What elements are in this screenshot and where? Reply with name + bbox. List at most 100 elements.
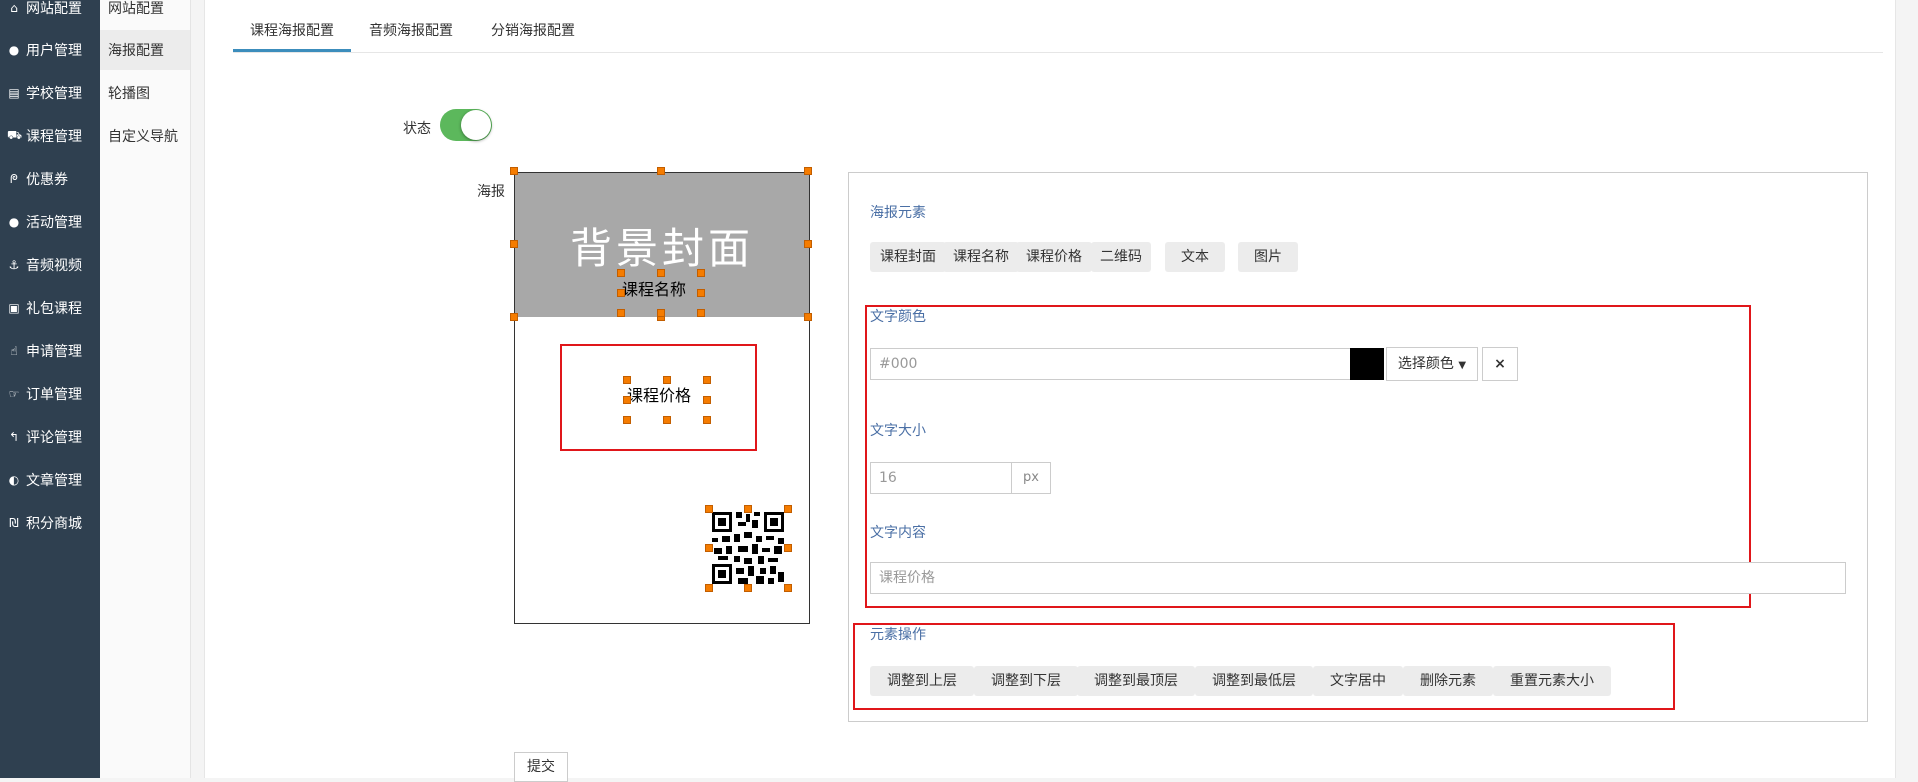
resize-handle[interactable] [784,584,792,592]
sidebar-item-users[interactable]: ● 用户管理 [0,30,100,70]
resize-handle[interactable] [657,269,665,277]
resize-handle[interactable] [804,167,812,175]
resize-handle[interactable] [784,544,792,552]
resize-handle[interactable] [697,309,705,317]
sidebar-item-applications[interactable]: ☝ 申请管理 [0,331,100,371]
school-icon: ▤ [8,86,20,100]
pick-color-dropdown[interactable]: 选择颜色 ▼ [1386,347,1478,381]
sub-menu: 网站配置 海报配置 轮播图 自定义导航 [100,0,191,778]
sidebar-item-media[interactable]: ⚓ 音频视频 [0,245,100,285]
submenu-item-site-config[interactable]: 网站配置 [100,0,190,28]
sidebar-item-label: 课程管理 [26,129,82,145]
clear-color-button[interactable]: × [1482,347,1518,381]
poster-course-name-element[interactable]: 课程名称 [622,276,686,300]
resize-handle[interactable] [510,167,518,175]
elements-section-title: 海报元素 [870,205,926,221]
reset-size-button[interactable]: 重置元素大小 [1493,666,1611,696]
pick-color-label: 选择颜色 [1397,356,1454,372]
resize-handle[interactable] [617,269,625,277]
add-element-qrcode-button[interactable]: 二维码 [1091,242,1151,272]
status-label: 状态 [403,121,431,137]
move-top-button[interactable]: 调整到最顶层 [1077,666,1195,696]
operations-title: 元素操作 [870,627,926,643]
center-text-button[interactable]: 文字居中 [1313,666,1403,696]
resize-handle[interactable] [705,505,713,513]
coupon-icon: ᖘ [10,171,18,186]
text-content-title: 文字内容 [870,525,926,541]
submenu-item-carousel[interactable]: 轮播图 [100,73,190,113]
text-content-input[interactable]: 课程价格 [870,562,1846,594]
resize-handle[interactable] [697,269,705,277]
reply-icon: ↰ [8,430,20,444]
tab-course-poster[interactable]: 课程海报配置 [233,20,351,52]
resize-handle[interactable] [744,505,752,513]
sidebar-item-label: 优惠券 [26,172,68,188]
group-icon: ● [8,215,20,229]
sidebar-item-courses[interactable]: ⛟ 课程管理 [0,116,100,156]
page-scrollbar[interactable] [1906,0,1918,778]
resize-handle[interactable] [657,167,665,175]
sidebar-item-label: 音频视频 [26,258,82,274]
tab-distribution-poster[interactable]: 分销海报配置 [483,20,583,52]
font-size-title: 文字大小 [870,423,926,439]
status-toggle[interactable] [440,109,492,141]
move-bottom-button[interactable]: 调整到最低层 [1195,666,1313,696]
resize-handle[interactable] [744,584,752,592]
add-element-name-button[interactable]: 课程名称 [943,242,1019,272]
tab-bar: 课程海报配置 音频海报配置 分销海报配置 [233,0,1883,53]
sidebar-item-articles[interactable]: ◐ 文章管理 [0,460,100,500]
resize-handle[interactable] [697,289,705,297]
cover-placeholder-text: 背景封面 [569,224,754,273]
move-down-button[interactable]: 调整到下层 [974,666,1078,696]
points-icon: ₪ [9,516,19,530]
delete-element-button[interactable]: 删除元素 [1403,666,1493,696]
font-size-unit-addon: px [1011,462,1051,494]
main-sidebar: ⌂ 网站配置 ● 用户管理 ▤ 学校管理 ⛟ 课程管理 ᖘ 优惠券 ● 活动管理… [0,0,100,778]
resize-handle[interactable] [617,309,625,317]
hand-right-icon: ☞ [8,387,20,401]
resize-handle[interactable] [804,240,812,248]
resize-handle[interactable] [510,240,518,248]
qr-code-element[interactable] [710,510,786,586]
close-icon: × [1494,356,1506,372]
add-element-text-button[interactable]: 文本 [1165,242,1225,272]
text-color-input[interactable]: #000 [870,348,1352,380]
sidebar-item-label: 订单管理 [26,387,82,403]
cart-icon: ⛟ [7,128,23,142]
sidebar-item-label: 评论管理 [26,430,82,446]
sidebar-item-comments[interactable]: ↰ 评论管理 [0,417,100,457]
sidebar-item-schools[interactable]: ▤ 学校管理 [0,73,100,113]
add-element-cover-button[interactable]: 课程封面 [870,242,946,272]
resize-handle[interactable] [705,544,713,552]
submenu-item-custom-nav[interactable]: 自定义导航 [100,116,190,156]
gift-icon: ▣ [8,301,20,315]
toggle-knob [461,110,491,140]
sidebar-item-label: 网站配置 [26,1,82,17]
anchor-icon: ⚓ [8,258,20,272]
sidebar-item-label: 礼包课程 [26,301,82,317]
add-element-image-button[interactable]: 图片 [1238,242,1298,272]
resize-handle[interactable] [705,584,713,592]
sidebar-item-gift-courses[interactable]: ▣ 礼包课程 [0,288,100,328]
resize-handle[interactable] [784,505,792,513]
submenu-item-poster-config[interactable]: 海报配置 [100,30,190,70]
add-element-price-button[interactable]: 课程价格 [1016,242,1092,272]
color-preview-swatch [1350,348,1384,380]
resize-handle[interactable] [510,313,518,321]
sidebar-item-activities[interactable]: ● 活动管理 [0,202,100,242]
resize-handle[interactable] [617,289,625,297]
resize-handle[interactable] [804,313,812,321]
sidebar-item-orders[interactable]: ☞ 订单管理 [0,374,100,414]
sidebar-item-points-mall[interactable]: ₪ 积分商城 [0,503,100,543]
sidebar-item-label: 积分商城 [26,516,82,532]
sidebar-item-label: 活动管理 [26,215,82,231]
move-up-button[interactable]: 调整到上层 [870,666,974,696]
sidebar-item-site-config[interactable]: ⌂ 网站配置 [0,0,100,28]
sidebar-item-coupons[interactable]: ᖘ 优惠券 [0,159,100,199]
tab-audio-poster[interactable]: 音频海报配置 [361,20,461,52]
resize-handle[interactable] [657,309,665,317]
sidebar-item-label: 申请管理 [26,344,82,360]
sidebar-item-label: 用户管理 [26,43,82,59]
font-size-input[interactable]: 16 [870,462,1012,494]
home-icon: ⌂ [10,1,18,15]
